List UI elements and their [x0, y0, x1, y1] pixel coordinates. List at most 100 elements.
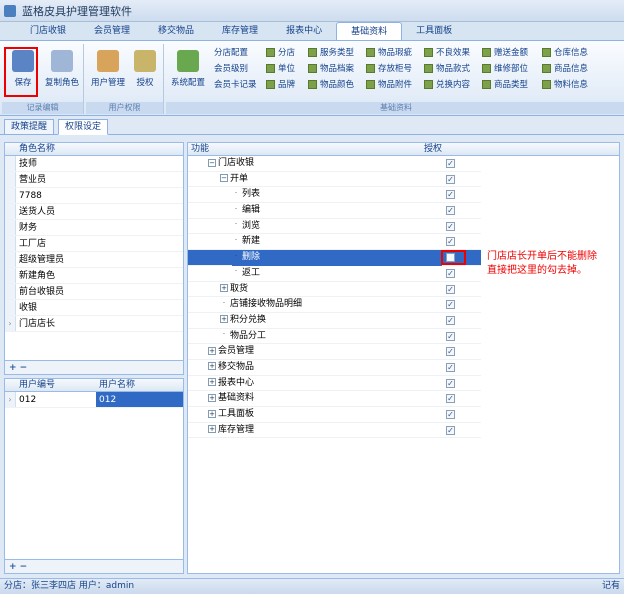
base-data-button[interactable]: 物品款式: [424, 62, 470, 77]
user-management-button[interactable]: 用户管理: [88, 46, 128, 98]
role-row[interactable]: 7788: [5, 188, 183, 204]
grant-checkbox[interactable]: ✓: [446, 300, 455, 310]
permission-row[interactable]: · 店铺接收物品明细 ✓: [188, 297, 481, 313]
tab-permission[interactable]: 权限设定: [58, 119, 109, 135]
base-data-button[interactable]: 物品附件: [366, 78, 412, 93]
expander-icon[interactable]: +: [208, 409, 216, 418]
base-data-button[interactable]: 会员卡记录: [214, 78, 257, 93]
grant-checkbox[interactable]: ✓: [446, 425, 455, 435]
permission-row[interactable]: · 编辑 ✓: [188, 203, 481, 219]
menu-tab[interactable]: 工具面板: [402, 22, 466, 40]
grant-checkbox[interactable]: ✓: [446, 362, 455, 372]
expander-icon[interactable]: ·: [232, 236, 240, 245]
base-data-button[interactable]: 单位: [266, 62, 295, 77]
menu-tab[interactable]: 库存管理: [208, 22, 272, 40]
expander-icon[interactable]: −: [220, 174, 228, 183]
role-row[interactable]: 技师: [5, 156, 183, 172]
grant-checkbox[interactable]: ✓: [446, 221, 455, 231]
expander-icon[interactable]: ·: [220, 299, 228, 308]
role-row[interactable]: 超级管理员: [5, 252, 183, 268]
system-config-button[interactable]: 系统配置: [168, 46, 208, 98]
base-data-button[interactable]: 物品颜色: [308, 78, 354, 93]
permission-row[interactable]: − 门店收银 ✓: [188, 156, 481, 172]
menu-tab[interactable]: 会员管理: [80, 22, 144, 40]
users-navbar[interactable]: + −: [5, 559, 183, 573]
role-row[interactable]: 前台收银员: [5, 284, 183, 300]
menu-tab[interactable]: 移交物品: [144, 22, 208, 40]
base-data-button[interactable]: 不良效果: [424, 46, 470, 61]
authorize-button[interactable]: 授权: [130, 46, 160, 98]
expander-icon[interactable]: −: [208, 158, 216, 167]
grant-checkbox[interactable]: ✓: [446, 331, 455, 341]
grant-checkbox[interactable]: ✓: [446, 394, 455, 404]
grant-checkbox[interactable]: ✓: [446, 315, 455, 325]
base-data-button[interactable]: 会员级别: [214, 62, 248, 77]
menu-tab[interactable]: 基础资料: [336, 22, 403, 40]
permission-row[interactable]: + 取货 ✓: [188, 282, 481, 298]
expander-icon[interactable]: ·: [232, 221, 240, 229]
expander-icon[interactable]: +: [220, 284, 228, 292]
base-data-button[interactable]: 分店: [266, 46, 295, 61]
expander-icon[interactable]: +: [208, 378, 216, 387]
expander-icon[interactable]: +: [208, 346, 216, 355]
copy-role-button[interactable]: 复制角色: [42, 46, 82, 98]
permission-row[interactable]: · 返工 ✓: [188, 266, 481, 282]
expander-icon[interactable]: +: [208, 425, 216, 434]
grant-checkbox[interactable]: ✓: [446, 378, 455, 388]
permission-row[interactable]: + 移交物品 ✓: [188, 360, 481, 376]
menu-tab[interactable]: 报表中心: [272, 22, 336, 40]
role-row[interactable]: 新建角色: [5, 268, 183, 284]
base-data-button[interactable]: 品牌: [266, 78, 295, 93]
grant-checkbox[interactable]: ✓: [446, 284, 455, 294]
base-data-button[interactable]: 分店配置: [214, 46, 248, 61]
base-data-button[interactable]: 物品档案: [308, 62, 354, 77]
base-data-button[interactable]: 维修部位: [482, 62, 528, 77]
role-row[interactable]: 送货人员: [5, 204, 183, 220]
menu-tab[interactable]: 门店收银: [16, 22, 80, 40]
base-data-button[interactable]: 物料信息: [542, 78, 588, 93]
role-row[interactable]: 营业员: [5, 172, 183, 188]
base-data-button[interactable]: 服务类型: [308, 46, 354, 61]
permission-row[interactable]: · 物品分工 ✓: [188, 329, 481, 345]
role-row[interactable]: 财务: [5, 220, 183, 236]
base-data-button[interactable]: 商品类型: [482, 78, 528, 93]
permission-row[interactable]: + 库存管理 ✓: [188, 423, 481, 439]
permission-row[interactable]: + 报表中心 ✓: [188, 376, 481, 392]
expander-icon[interactable]: +: [220, 315, 228, 324]
base-data-button[interactable]: 兑换内容: [424, 78, 470, 93]
expander-icon[interactable]: ·: [232, 205, 240, 214]
permission-row[interactable]: + 基础资料 ✓: [188, 391, 481, 407]
grant-checkbox[interactable]: ✓: [446, 174, 455, 184]
expander-icon[interactable]: +: [208, 393, 216, 402]
permission-row[interactable]: · 新建 ✓: [188, 234, 481, 251]
permission-row[interactable]: · 浏览 ✓: [188, 219, 481, 235]
grant-checkbox[interactable]: ✓: [446, 237, 455, 247]
permission-row[interactable]: + 会员管理 ✓: [188, 344, 481, 360]
grant-checkbox[interactable]: ✓: [446, 410, 455, 419]
expander-icon[interactable]: ·: [232, 252, 240, 261]
permission-row[interactable]: · 删除: [188, 250, 481, 266]
user-row[interactable]: › 012 012: [5, 392, 183, 408]
expander-icon[interactable]: ·: [232, 189, 240, 198]
base-data-button[interactable]: 赠送金额: [482, 46, 528, 61]
base-data-button[interactable]: 物品瑕疵: [366, 46, 412, 61]
expander-icon[interactable]: +: [208, 362, 216, 371]
expander-icon[interactable]: ·: [232, 268, 240, 276]
grant-checkbox[interactable]: ✓: [446, 190, 455, 200]
grant-checkbox[interactable]: ✓: [446, 268, 455, 278]
base-data-button[interactable]: 仓库信息: [542, 46, 588, 61]
role-row[interactable]: 收银: [5, 300, 183, 316]
grant-checkbox[interactable]: ✓: [446, 159, 455, 168]
expander-icon[interactable]: ·: [220, 331, 228, 339]
role-row[interactable]: 工厂店: [5, 236, 183, 252]
role-row[interactable]: › 门店店长: [5, 316, 183, 332]
grant-checkbox[interactable]: ✓: [446, 347, 455, 357]
grant-checkbox[interactable]: ✓: [446, 206, 455, 216]
tab-policy[interactable]: 政策提醒: [4, 119, 55, 135]
roles-navbar[interactable]: + −: [5, 360, 183, 374]
permission-row[interactable]: − 开单 ✓: [188, 172, 481, 188]
base-data-button[interactable]: 存放柜号: [366, 62, 412, 77]
permission-row[interactable]: + 积分兑换 ✓: [188, 313, 481, 329]
base-data-button[interactable]: 商品信息: [542, 62, 588, 77]
permission-row[interactable]: + 工具面板 ✓: [188, 407, 481, 423]
